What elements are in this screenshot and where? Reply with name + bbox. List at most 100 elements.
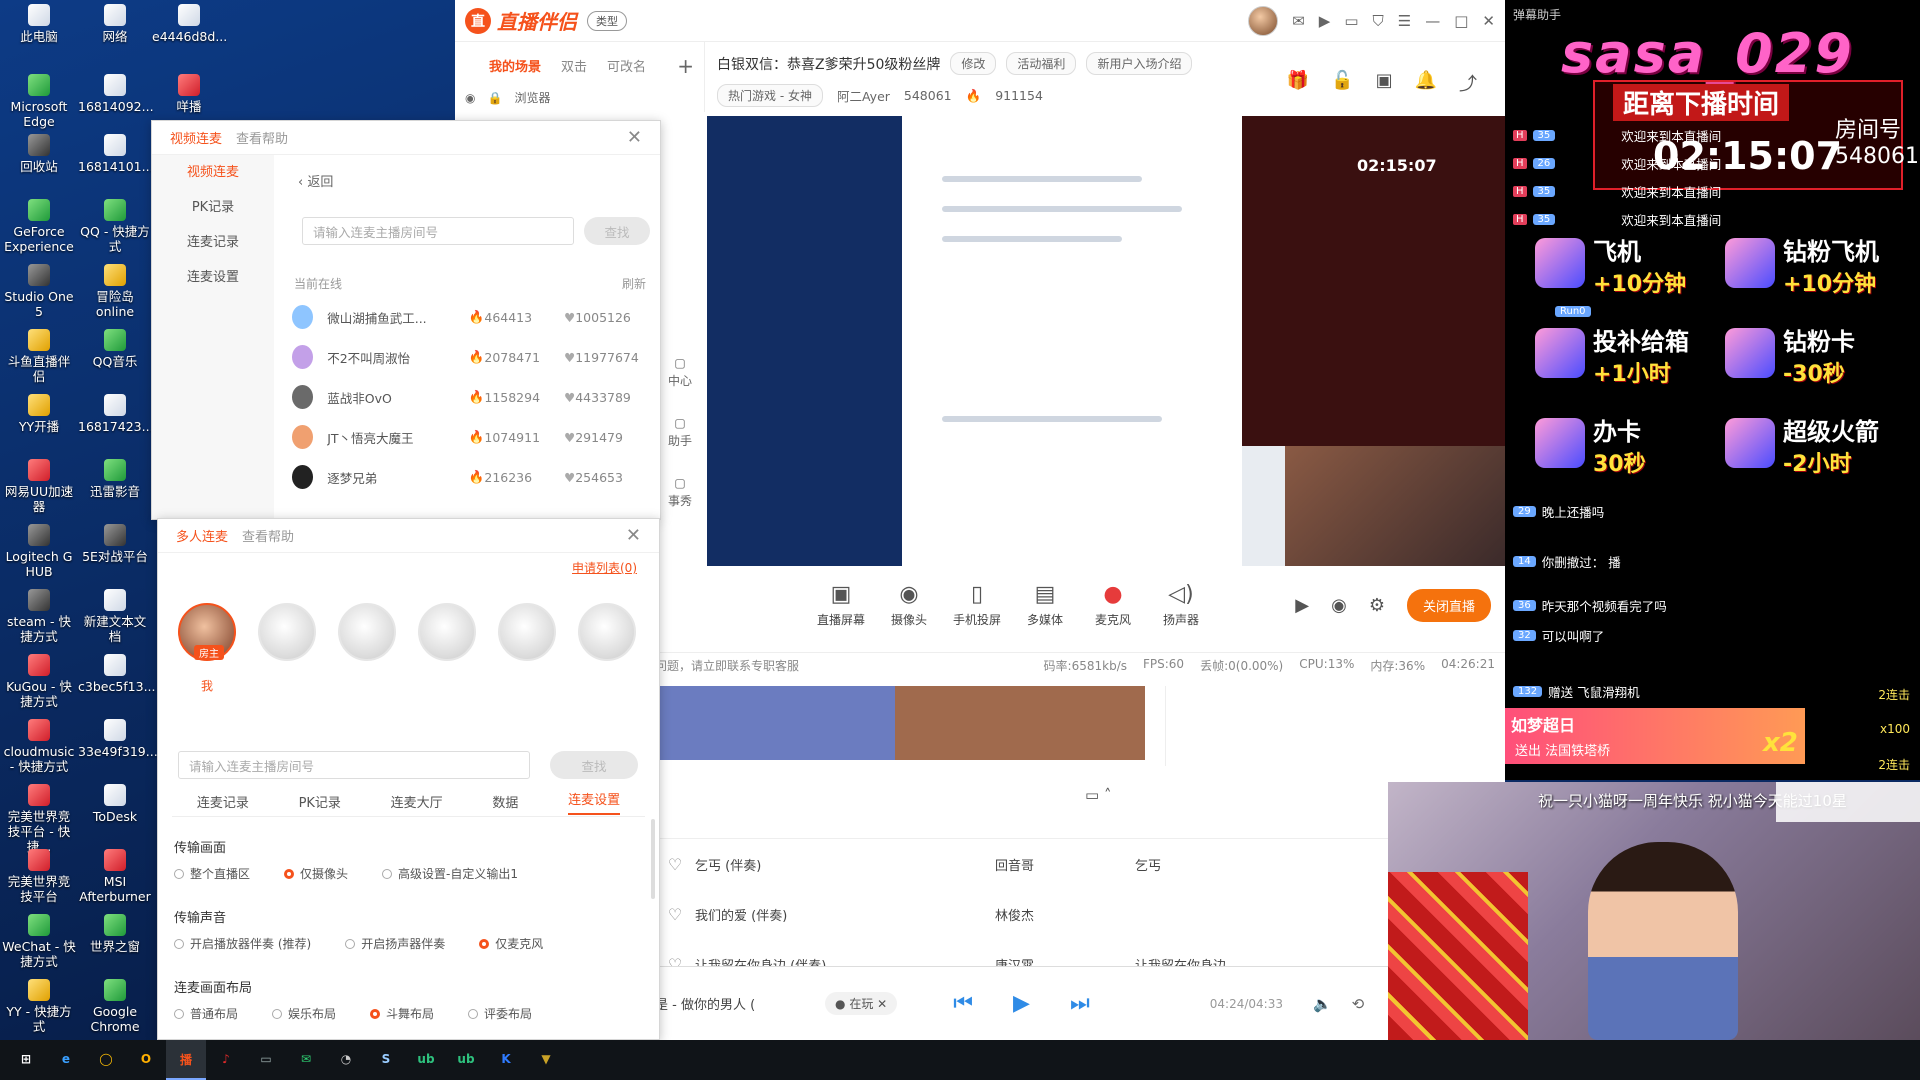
desktop-icon[interactable]: 16817423... [78, 394, 154, 434]
status-message[interactable]: 问题，请立即联系专职客服 [655, 657, 799, 674]
video-icon[interactable]: ▶ [1319, 12, 1331, 30]
video-link-nav-item[interactable]: PK记录 [152, 190, 274, 225]
taskbar-uu-1[interactable]: ub [406, 1040, 446, 1080]
live-preview[interactable]: 02:15:07 [707, 116, 1505, 566]
multi-link-tab[interactable]: 连麦大厅 [391, 792, 443, 811]
taskbar-obs[interactable]: O [126, 1040, 166, 1080]
phone-cast-button[interactable]: ▯ 手机投屏 [943, 582, 1011, 628]
taskbar-edge[interactable]: e [46, 1040, 86, 1080]
radio-button[interactable] [174, 1008, 184, 1019]
multi-search-input[interactable]: 请输入连麦主播房间号 [178, 751, 530, 779]
desktop-icon[interactable]: e4446d8d... [152, 4, 227, 44]
desktop-icon[interactable]: 咩播 [152, 74, 226, 114]
type-button[interactable]: 类型 [587, 10, 627, 31]
heart-icon[interactable]: ♡ [655, 905, 695, 924]
maximize-icon[interactable]: □ [1454, 12, 1468, 30]
help-link[interactable]: 查看帮助 [236, 128, 288, 147]
desktop-icon[interactable]: Google Chrome [78, 979, 152, 1034]
settings-option[interactable]: 仅麦克风 [479, 935, 543, 952]
scene-source-row[interactable]: ◉ 🔒 浏览器 [455, 75, 704, 106]
radio-button[interactable] [345, 938, 356, 949]
desktop-icon[interactable]: KuGou - 快捷方式 [2, 654, 76, 709]
multi-link-tab[interactable]: 数据 [492, 792, 518, 811]
mail-icon[interactable]: ✉ [1292, 12, 1305, 30]
scene-tab[interactable]: 双击 [561, 56, 587, 75]
radio-button[interactable] [174, 868, 184, 879]
anchor-row[interactable]: 蓝战非OvO 🔥 1158294 ♥ 4433789 [292, 377, 646, 417]
radio-button[interactable] [382, 868, 393, 879]
anchor-search-input[interactable]: 请输入连麦主播房间号 [302, 217, 574, 245]
eye-icon[interactable]: ◉ [1331, 595, 1347, 616]
taskbar-chrome[interactable]: ◯ [86, 1040, 126, 1080]
start-button[interactable]: ⊞ [6, 1040, 46, 1080]
share-icon[interactable]: ⤴ [1459, 70, 1477, 96]
add-scene-icon[interactable]: + [677, 54, 694, 78]
desktop-icon[interactable]: cloudmusic - 快捷方式 [2, 719, 76, 774]
desktop-icon[interactable]: Logitech G HUB [2, 524, 76, 579]
next-icon[interactable]: ⏭ [1070, 991, 1090, 1016]
radio-button[interactable] [174, 938, 184, 949]
end-live-button[interactable]: 关闭直播 [1406, 588, 1491, 622]
lock-icon[interactable]: 🔒 [487, 91, 502, 105]
multi-search-button[interactable]: 查找 [550, 751, 638, 779]
desktop-icon[interactable]: QQ音乐 [78, 329, 152, 369]
empty-seat[interactable] [338, 603, 396, 661]
taskbar-netease-music[interactable]: ♪ [206, 1040, 246, 1080]
desktop-icon[interactable]: QQ - 快捷方式 [78, 199, 152, 254]
microphone-button[interactable]: ● 麦克风 [1079, 582, 1147, 628]
radio-button[interactable] [479, 938, 490, 949]
side-tool[interactable]: ▢ 事秀 [665, 474, 695, 510]
activity-button[interactable]: 活动福利 [1006, 52, 1077, 75]
side-tool[interactable]: ▢ 中心 [665, 354, 695, 390]
desktop-icon[interactable]: GeForce Experience [2, 199, 76, 254]
desktop-icon[interactable]: 5E对战平台 [78, 524, 152, 564]
desktop-icon[interactable]: 完美世界竞技平台 [2, 849, 76, 904]
bell-icon[interactable]: 🔔 [1415, 70, 1437, 96]
song-row[interactable]: ♡ 让我留在你身边 (伴奏) 唐汉霄 让我留在你身边 [655, 939, 1505, 967]
settings-option[interactable]: 开启扬声器伴奏 [345, 935, 445, 952]
desktop-icon[interactable]: 世界之窗 [78, 914, 152, 954]
settings-option[interactable]: 整个直播区 [174, 865, 250, 882]
camera-button[interactable]: ◉ 摄像头 [875, 582, 943, 628]
repeat-icon[interactable]: ⟲ [1352, 995, 1365, 1013]
window-icon[interactable]: ▣ [1376, 70, 1393, 96]
settings-option[interactable]: 仅摄像头 [284, 865, 348, 882]
empty-seat[interactable] [578, 603, 636, 661]
radio-button[interactable] [468, 1008, 479, 1019]
unlock-icon[interactable]: 🔓 [1331, 70, 1353, 96]
taskbar-steam[interactable]: S [366, 1040, 406, 1080]
multi-link-tab[interactable]: PK记录 [299, 792, 341, 811]
radio-button[interactable] [272, 1008, 283, 1019]
desktop-icon[interactable]: 网络 [78, 4, 152, 44]
category-button[interactable]: 热门游戏 - 女神 [717, 84, 823, 107]
taskbar-window[interactable]: ▭ [246, 1040, 286, 1080]
desktop-icon[interactable]: 完美世界竞技平台 - 快捷... [2, 784, 76, 854]
scene-tab[interactable]: 我的场景 [489, 56, 541, 75]
close-icon[interactable]: ✕ [877, 997, 887, 1011]
desktop-icon[interactable]: 新建文本文档 [78, 589, 152, 644]
layout-icon[interactable]: ▭ [1344, 12, 1358, 30]
empty-seat[interactable] [418, 603, 476, 661]
gift-icon[interactable]: 🎁 [1287, 70, 1309, 96]
taskbar-uu-2[interactable]: ub [446, 1040, 486, 1080]
settings-option[interactable]: 普通布局 [174, 1005, 238, 1022]
song-row[interactable]: ♡ 乞丐 (伴奏) 回音哥 乞丐 [655, 839, 1505, 889]
settings-option[interactable]: 娱乐布局 [272, 1005, 336, 1022]
desktop-icon[interactable]: 回收站 [2, 134, 76, 174]
request-list-link[interactable]: 申请列表(0) [572, 559, 637, 576]
previous-icon[interactable]: ⏮ [953, 991, 973, 1016]
taskbar-zhibo[interactable]: 播 [166, 1040, 206, 1080]
camera-toggle-icon[interactable]: ▭ ˄ [1085, 786, 1111, 804]
anchor-row[interactable]: 逐梦兄弟 🔥 216236 ♥ 254653 [292, 457, 646, 497]
taskbar-kugou[interactable]: K [486, 1040, 526, 1080]
desktop-icon[interactable]: YY开播 [2, 394, 76, 434]
screen-capture-button[interactable]: ▣ 直播屏幕 [807, 582, 875, 628]
edit-title-button[interactable]: 修改 [950, 52, 997, 75]
desktop-icon[interactable]: Studio One 5 [2, 264, 76, 319]
video-link-nav-item[interactable]: 连麦设置 [152, 260, 274, 295]
heart-icon[interactable]: ♡ [655, 855, 695, 874]
empty-seat[interactable] [498, 603, 556, 661]
shirt-icon[interactable]: ⛉ [1373, 12, 1384, 30]
close-icon[interactable]: ✕ [626, 525, 641, 546]
eye-icon[interactable]: ◉ [465, 91, 475, 105]
